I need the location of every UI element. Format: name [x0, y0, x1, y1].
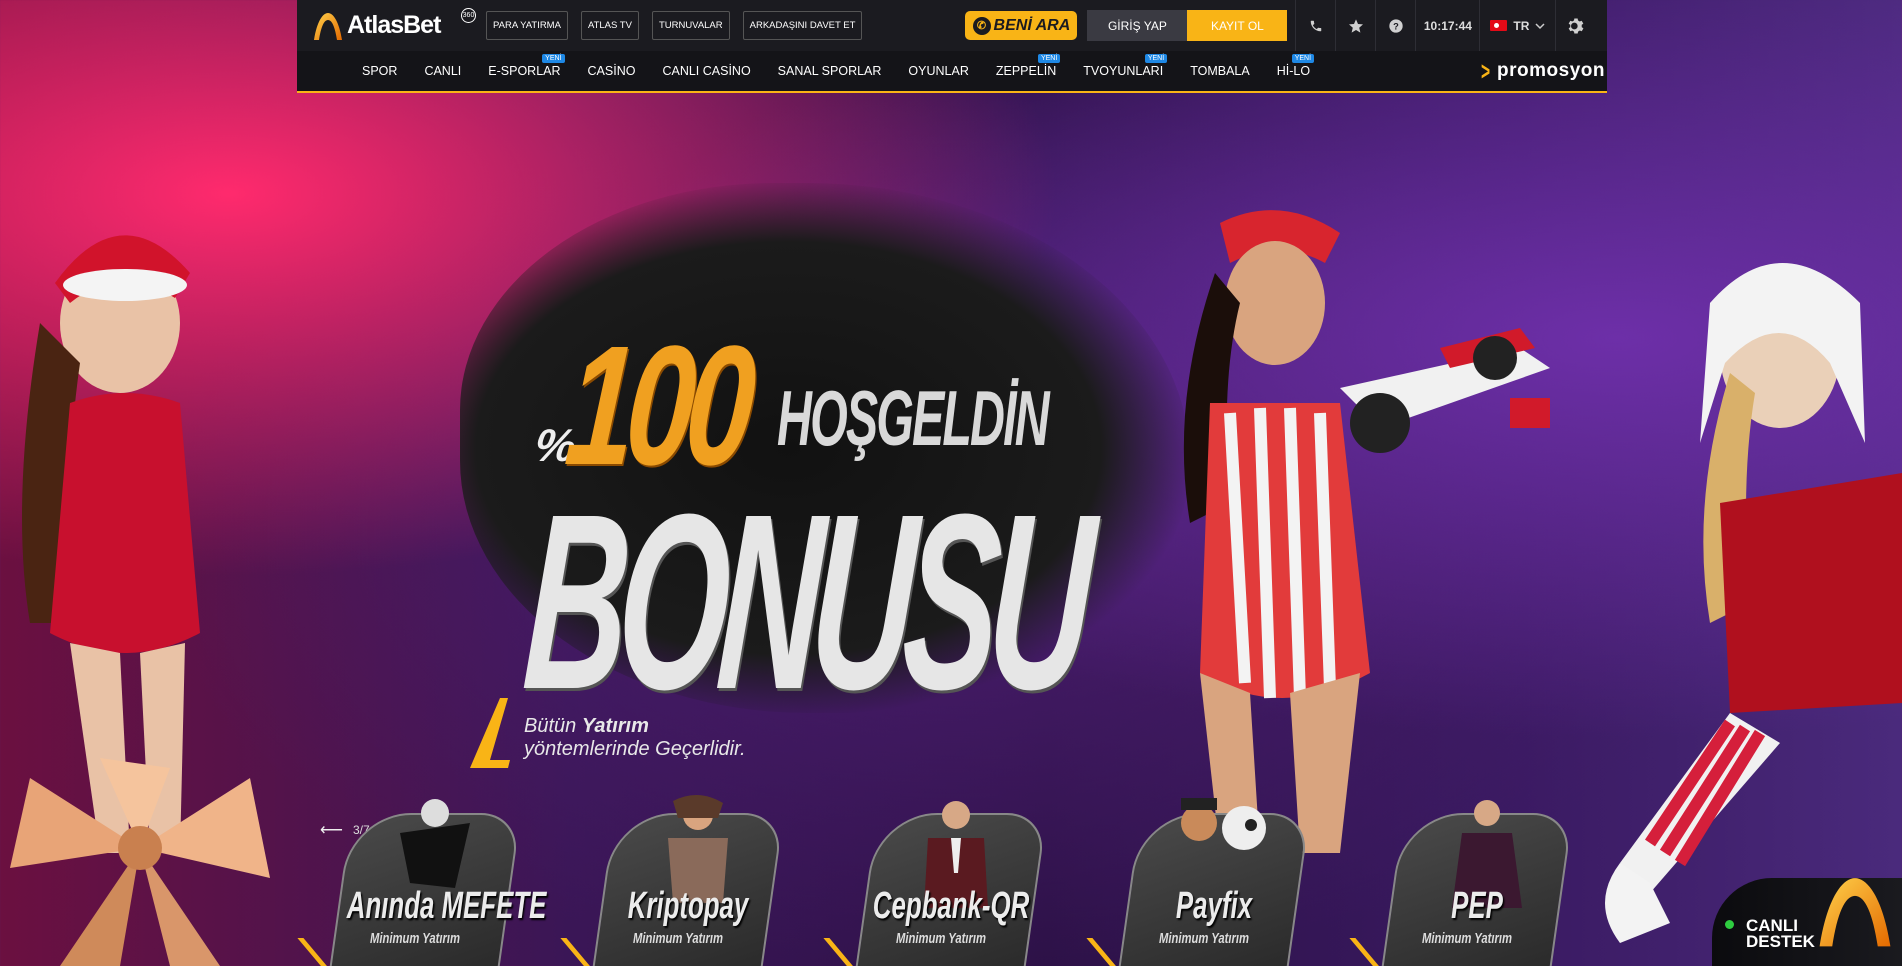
nav-spor[interactable]: SPOR [362, 64, 397, 78]
nav-items: SPOR CANLI E-SPORLAR YENİ CASİNO CANLI CA… [362, 54, 1337, 78]
payment-min: Minimum Yatırım [895, 930, 987, 947]
nav-tvoyunlari[interactable]: TVOYUNLARI YENİ [1083, 54, 1168, 78]
chevron-right-icon: > [1480, 55, 1491, 86]
payment-min: Minimum Yatırım [369, 930, 461, 947]
main-nav: SPOR CANLI E-SPORLAR YENİ CASİNO CANLI CA… [297, 51, 1607, 93]
help-icon[interactable]: ? [1375, 0, 1415, 51]
payment-name: Payfix [1175, 885, 1253, 927]
headline-welcome: HOŞGELDİN [777, 374, 1050, 462]
nav-label: SPOR [362, 64, 398, 78]
nav-oyunlar[interactable]: OYUNLAR [908, 64, 968, 78]
language-selector[interactable]: TR [1479, 0, 1555, 51]
banner-subtitle: Bütün Yatırım yöntemlerinde Geçerlidir. [524, 715, 746, 761]
nav-label: SANAL SPORLAR [777, 64, 882, 78]
gear-icon[interactable] [1555, 0, 1595, 51]
live-support-button[interactable]: CANLI DESTEK [1712, 878, 1902, 966]
top-bar: AtlasBet 360 PARA YATIRMA ATLAS TV TURNU… [297, 0, 1607, 51]
phone-icon[interactable] [1295, 0, 1335, 51]
model-center-image [1183, 210, 1370, 853]
payment-name: Anında MEFETE [346, 885, 547, 927]
nav-label: CANLI CASİNO [662, 64, 751, 78]
nav-label: CASİNO [587, 64, 636, 78]
turkey-flag-icon [1490, 20, 1508, 31]
nav-label: E-SPORLAR [488, 64, 561, 78]
nav-canli[interactable]: CANLI [424, 64, 461, 78]
headline-bonus: BONUSU [518, 462, 1091, 741]
payment-card-payfix[interactable]: Payfix Minimum Yatırım [1086, 793, 1319, 966]
login-button[interactable]: GİRİŞ YAP [1087, 10, 1188, 41]
nav-label: OYUNLAR [908, 64, 969, 78]
nav-casino[interactable]: CASİNO [588, 64, 636, 78]
payment-card-kriptopay[interactable]: Kriptopay Minimum Yatırım [560, 793, 793, 966]
nav-sanal-sporlar[interactable]: SANAL SPORLAR [778, 64, 882, 78]
payment-name: Kriptopay [627, 885, 749, 927]
language-code: TR [1513, 18, 1530, 33]
nav-zeppelin[interactable]: ZEPPELİN YENİ [995, 54, 1061, 78]
nav-label: ZEPPELİN [995, 64, 1057, 78]
payment-name: PEP [1451, 885, 1503, 927]
subtitle-text-line2: yöntemlerinde Geçerlidir. [524, 738, 746, 760]
deposit-link[interactable]: PARA YATIRMA [486, 11, 568, 40]
nav-tombala[interactable]: TOMBALA [1190, 64, 1250, 78]
payment-min: Minimum Yatırım [1158, 930, 1250, 947]
nav-label: TOMBALA [1190, 64, 1250, 78]
subtitle-text: Bütün [524, 715, 582, 737]
logo-badge: 360 [461, 8, 476, 23]
svg-text:?: ? [1393, 21, 1399, 31]
call-me-button[interactable]: ✆ BENİ ARA [965, 11, 1078, 40]
register-button[interactable]: KAYIT OL [1187, 10, 1288, 41]
logo[interactable]: AtlasBet 360 [311, 0, 476, 51]
live-support-label: CANLI DESTEK [1746, 917, 1815, 951]
new-badge: YENİ [542, 54, 565, 63]
promotions-label: promosyon [1497, 60, 1605, 81]
phone-bubble-icon: ✆ [972, 16, 991, 35]
logo-text: AtlasBet [347, 11, 441, 39]
new-badge: YENİ [1144, 54, 1168, 63]
subtitle-emphasis: Yatırım [581, 715, 649, 737]
chevron-down-icon [1535, 22, 1545, 29]
auth-buttons: GİRİŞ YAP KAYIT OL [1087, 10, 1288, 41]
promotions-link[interactable]: > promosyon [1478, 56, 1605, 87]
online-status-icon [1725, 920, 1734, 929]
accent-bracket [470, 698, 510, 768]
tournaments-link[interactable]: TURNUVALAR [651, 11, 730, 40]
nav-hilo[interactable]: Hİ-LO YENİ [1276, 54, 1315, 78]
nav-label: TVOYUNLARI [1083, 64, 1164, 78]
logo-mark-icon [314, 12, 342, 40]
star-icon[interactable] [1335, 0, 1375, 51]
top-links: PARA YATIRMA ATLAS TV TURNUVALAR ARKADAŞ… [486, 11, 863, 40]
atlas-tv-link[interactable]: ATLAS TV [580, 11, 639, 40]
payment-min: Minimum Yatırım [1421, 930, 1513, 947]
payment-card-cepbank[interactable]: Cepbank-QR Minimum Yatırım [823, 793, 1056, 966]
nav-canli-casino[interactable]: CANLI CASİNO [662, 64, 750, 78]
top-icons: ? 10:17:44 TR [1295, 0, 1595, 51]
payment-card-mefete[interactable]: Anında MEFETE Minimum Yatırım [297, 793, 547, 966]
payment-name: Cepbank-QR [872, 885, 1030, 927]
support-line2: DESTEK [1746, 932, 1815, 951]
nav-esporlar[interactable]: E-SPORLAR YENİ [488, 54, 565, 78]
new-badge: YENİ [1037, 54, 1061, 63]
new-badge: YENİ [1291, 54, 1315, 63]
race-car-image [1340, 328, 1550, 453]
payment-card-pep[interactable]: PEP Minimum Yatırım [1349, 793, 1582, 966]
invite-friend-link[interactable]: ARKADAŞINI DAVET ET [742, 11, 863, 40]
nav-label: CANLI [424, 64, 462, 78]
santa-model-right-image [1605, 263, 1902, 943]
payment-min: Minimum Yatırım [632, 930, 724, 947]
hero-banner[interactable]: % 100 HOŞGELDİN BONUSU Bütün Yatırım yön… [0, 93, 1902, 966]
logo-mark-icon [1819, 878, 1891, 947]
gift-bow-image [10, 758, 270, 966]
nav-label: Hİ-LO [1276, 64, 1311, 78]
clock: 10:17:44 [1415, 0, 1479, 51]
call-me-label: BENİ ARA [993, 16, 1071, 34]
